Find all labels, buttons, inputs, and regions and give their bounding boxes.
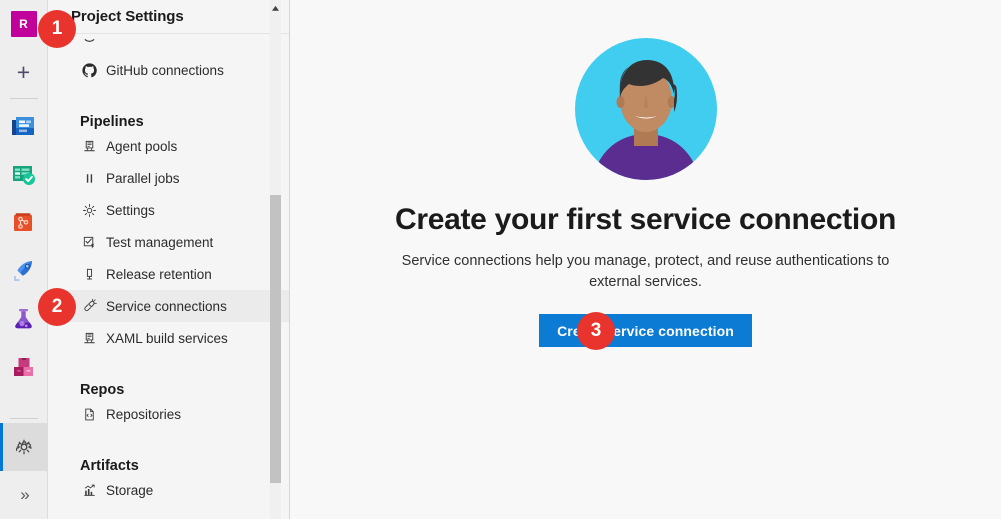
nav-item-agent-pools[interactable]: Agent pools bbox=[48, 130, 289, 162]
service-connections-icon bbox=[80, 297, 98, 315]
rail-item-project-settings[interactable] bbox=[0, 423, 48, 471]
scroll-up-arrow-icon[interactable] bbox=[270, 2, 281, 14]
global-icon-rail: R + » bbox=[0, 0, 48, 519]
callout-badge-2: 2 bbox=[38, 288, 76, 326]
test-plans-check-icon bbox=[12, 166, 35, 185]
storage-chart-icon bbox=[80, 481, 98, 499]
nav-item-storage[interactable]: Storage bbox=[48, 474, 289, 506]
hero-subtitle: Service connections help you manage, pro… bbox=[401, 253, 890, 290]
flask-icon bbox=[14, 309, 32, 329]
nav-item-parallel-jobs-label: Parallel jobs bbox=[106, 170, 180, 186]
main-content: Create your first service connection Ser… bbox=[290, 0, 1001, 519]
page-title: Project Settings bbox=[71, 8, 184, 25]
pipelines-rocket-icon bbox=[13, 261, 32, 281]
app-root: R + » Project Settings GitHub connection… bbox=[0, 0, 1001, 519]
nav-item-github-connections-label: GitHub connections bbox=[106, 62, 224, 78]
nav-item-parallel-jobs[interactable]: Parallel jobs bbox=[48, 162, 289, 194]
nav-group-pipelines-title: Pipelines bbox=[80, 114, 144, 130]
avatar bbox=[573, 36, 719, 187]
rail-item-expand[interactable]: » bbox=[0, 471, 48, 519]
boards-icon bbox=[11, 117, 34, 135]
callout-badge-1: 1 bbox=[38, 10, 76, 48]
nav-item-xaml-build-services-label: XAML build services bbox=[106, 330, 228, 346]
person-illustration-icon bbox=[574, 38, 717, 180]
nav-item-repositories-label: Repositories bbox=[106, 406, 182, 422]
nav-scrollbar-thumb[interactable] bbox=[270, 195, 281, 483]
xaml-build-icon bbox=[80, 329, 98, 347]
hero-title: Create your first service connection bbox=[394, 203, 897, 236]
gear-icon bbox=[15, 439, 32, 455]
rail-divider-bottom bbox=[9, 418, 38, 419]
repos-icon bbox=[13, 213, 32, 231]
rail-divider bbox=[9, 98, 38, 99]
github-icon bbox=[80, 61, 98, 79]
parallel-jobs-icon bbox=[80, 169, 98, 187]
project-settings-header: Project Settings bbox=[48, 0, 289, 34]
cta-row: Create service connection bbox=[539, 314, 752, 348]
nav-item-agent-pools-label: Agent pools bbox=[106, 138, 178, 154]
nav-item-partial[interactable] bbox=[48, 34, 289, 54]
nav-group-artifacts-title: Artifacts bbox=[80, 458, 139, 474]
nav-item-settings-label: Settings bbox=[106, 202, 155, 218]
rail-item-artifacts[interactable] bbox=[0, 343, 48, 391]
nav-item-service-connections[interactable]: Service connections bbox=[48, 290, 289, 322]
double-chevron-right-icon: » bbox=[20, 485, 30, 504]
agent-pool-icon bbox=[80, 137, 98, 155]
create-service-connection-button[interactable]: Create service connection bbox=[539, 314, 752, 348]
nav-item-test-management-label: Test management bbox=[106, 234, 214, 250]
nav-item-settings[interactable]: Settings bbox=[48, 194, 289, 226]
nav-item-release-retention-label: Release retention bbox=[106, 266, 212, 282]
rail-item-boards[interactable] bbox=[0, 103, 48, 151]
release-retention-icon bbox=[80, 265, 98, 283]
partial-icon bbox=[80, 34, 98, 47]
test-management-icon bbox=[80, 233, 98, 251]
project-initial-badge: R bbox=[10, 11, 37, 37]
rail-item-pipelines[interactable] bbox=[0, 247, 48, 295]
rail-item-new[interactable]: + bbox=[0, 48, 48, 96]
nav-scroll-region: GitHub connections Pipelines Agent pools bbox=[48, 34, 289, 506]
callout-badge-3: 3 bbox=[577, 312, 615, 350]
nav-group-repos-title: Repos bbox=[80, 382, 125, 398]
nav-item-storage-label: Storage bbox=[106, 482, 154, 498]
nav-partial-item-above bbox=[48, 34, 289, 54]
nav-item-test-management[interactable]: Test management bbox=[48, 226, 289, 258]
gear-icon bbox=[80, 201, 98, 219]
nav-item-release-retention[interactable]: Release retention bbox=[48, 258, 289, 290]
repositories-icon bbox=[80, 405, 98, 423]
plus-icon: + bbox=[16, 58, 31, 85]
nav-item-github-connections[interactable]: GitHub connections bbox=[48, 54, 289, 86]
nav-item-xaml-build-services[interactable]: XAML build services bbox=[48, 322, 289, 354]
rail-item-test-plans[interactable] bbox=[0, 151, 48, 199]
artifacts-boxes-icon bbox=[13, 358, 33, 376]
project-settings-nav-pane: Project Settings GitHub connections Pipe… bbox=[48, 0, 290, 519]
nav-item-service-connections-label: Service connections bbox=[106, 298, 227, 314]
nav-item-repositories[interactable]: Repositories bbox=[48, 398, 289, 430]
rail-item-repos[interactable] bbox=[0, 199, 48, 247]
